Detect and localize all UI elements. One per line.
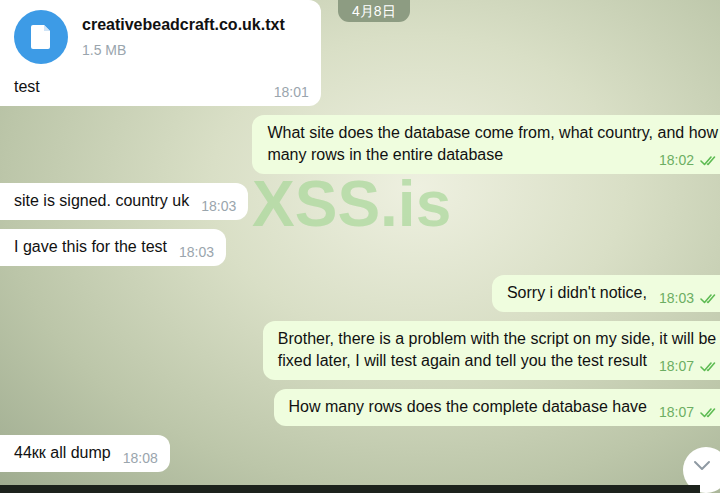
incoming-message[interactable]: I gave this for the test18:03 [0, 229, 226, 266]
message-row: 44кк all dump18:08 [0, 435, 720, 472]
chat-window: XSS.is creativebeadcraft.co.uk.txt 1.5 MB t… [0, 0, 720, 493]
outgoing-message[interactable]: Sorry i didn't notice,18:03 [492, 275, 720, 312]
read-ticks-icon [700, 361, 718, 372]
incoming-message[interactable]: creativebeadcraft.co.uk.txt 1.5 MB test18:… [0, 0, 321, 106]
message-time: 18:08 [111, 449, 158, 467]
message-row: Sorry i didn't notice,18:03 [0, 275, 720, 312]
message-text: I gave this for the test18:03 [14, 236, 214, 258]
message-text: How many rows does the complete database… [289, 396, 718, 418]
message-time: 18:01 [262, 83, 309, 101]
outgoing-message[interactable]: Brother, there is a problem with the scr… [263, 321, 720, 380]
date-badge: 4月8日 [338, 0, 410, 22]
incoming-message[interactable]: site is signed. country uk18:03 [0, 183, 248, 220]
message-row: I gave this for the test18:03 [0, 229, 720, 266]
outgoing-message[interactable]: What site does the database come from, w… [252, 115, 720, 174]
message-time: 18:02 [647, 151, 718, 169]
message-text: 44кк all dump18:08 [14, 442, 158, 464]
read-ticks-icon [700, 407, 718, 418]
message-time: 18:03 [647, 289, 718, 307]
message-text: site is signed. country uk18:03 [14, 190, 236, 212]
file-attachment[interactable]: creativebeadcraft.co.uk.txt 1.5 MB [14, 7, 309, 76]
incoming-message[interactable]: 44кк all dump18:08 [0, 435, 170, 472]
message-row: site is signed. country uk18:03 [0, 183, 720, 220]
message-row: How many rows does the complete database… [0, 389, 720, 426]
message-text: Brother, there is a problem with the scr… [278, 328, 718, 372]
message-text: Sorry i didn't notice,18:03 [507, 282, 718, 304]
read-ticks-icon [700, 155, 718, 166]
message-time: 18:07 [647, 357, 718, 375]
message-text: test18:01 [14, 76, 309, 98]
message-text: What site does the database come from, w… [267, 122, 718, 166]
chevron-down-icon [693, 460, 711, 471]
file-icon[interactable] [14, 10, 68, 64]
read-ticks-icon [700, 293, 718, 304]
message-time: 18:03 [189, 197, 236, 215]
message-row: What site does the database come from, w… [0, 115, 720, 174]
message-list: creativebeadcraft.co.uk.txt 1.5 MB test18:… [0, 0, 720, 490]
message-time: 18:07 [647, 403, 718, 421]
file-size: 1.5 MB [82, 40, 285, 60]
bottom-bar [0, 485, 700, 493]
watermark: XSS.is [252, 168, 451, 240]
outgoing-message[interactable]: How many rows does the complete database… [274, 389, 720, 426]
file-name[interactable]: creativebeadcraft.co.uk.txt [82, 14, 285, 36]
message-row: Brother, there is a problem with the scr… [0, 321, 720, 380]
message-time: 18:03 [167, 243, 214, 261]
